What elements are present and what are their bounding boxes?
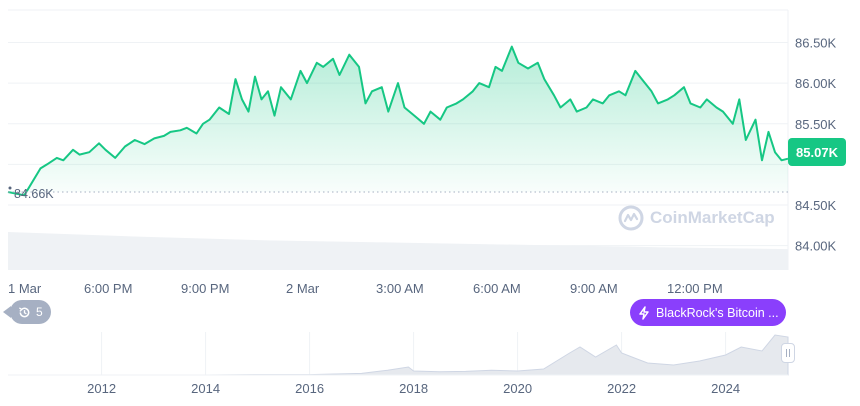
navigator-year-tick: 2014	[191, 381, 220, 396]
history-button[interactable]: 5	[3, 300, 51, 324]
price-axis-tick: 86.00K	[795, 76, 837, 91]
navigator-year-tick: 2020	[503, 381, 532, 396]
volume-shape	[8, 232, 788, 270]
watermark-text: CoinMarketCap	[650, 208, 775, 227]
navigator-year-tick: 2022	[607, 381, 636, 396]
time-axis-tick: 9:00 AM	[570, 281, 618, 296]
time-axis-tick: 12:00 PM	[667, 281, 723, 296]
volume-area	[8, 232, 788, 270]
time-axis-tick: 1 Mar	[8, 281, 42, 296]
time-axis-tick: 2 Mar	[286, 281, 320, 296]
time-axis-tick: 6:00 AM	[473, 281, 521, 296]
news-button[interactable]: BlackRock's Bitcoin ...	[630, 299, 786, 326]
price-axis-tick: 84.50K	[795, 198, 837, 213]
time-axis-tick: 6:00 PM	[84, 281, 132, 296]
navigator-year-tick: 2018	[399, 381, 428, 396]
price-axis-tick: 85.50K	[795, 117, 837, 132]
price-axis-tick: 84.00K	[795, 239, 837, 254]
time-axis-tick: 9:00 PM	[181, 281, 229, 296]
navigator-year-tick: 2016	[295, 381, 324, 396]
lightning-icon	[639, 305, 649, 320]
chart-svg: 84.66K 86.50K 86.00K 85.50K 84.50K 84.00K 1 …	[7, 9, 837, 396]
baseline-start-dot	[8, 186, 12, 190]
current-price-badge: 85.07K	[788, 138, 846, 166]
history-count: 5	[36, 305, 43, 319]
coinmarketcap-logo-icon	[618, 205, 644, 231]
time-axis: 1 Mar 6:00 PM 9:00 PM 2 Mar 3:00 AM 6:00 AM 9:…	[8, 281, 723, 296]
price-chart[interactable]: 84.66K 86.50K 86.00K 85.50K 84.50K 84.00K 1 …	[0, 0, 860, 401]
navigator[interactable]: 2012 2014 2016 2018 2020 2022 2024	[8, 332, 789, 396]
history-icon	[19, 306, 30, 317]
price-area-fill	[8, 46, 788, 196]
baseline-label: 84.66K	[14, 187, 54, 201]
navigator-handle[interactable]	[781, 343, 795, 363]
navigator-year-tick: 2012	[87, 381, 116, 396]
price-area	[7, 45, 789, 197]
watermark: CoinMarketCap	[618, 205, 775, 231]
news-label: BlackRock's Bitcoin ...	[656, 305, 779, 320]
time-axis-tick: 3:00 AM	[376, 281, 424, 296]
navigator-year-tick: 2024	[711, 381, 740, 396]
price-axis-tick: 86.50K	[795, 36, 837, 51]
